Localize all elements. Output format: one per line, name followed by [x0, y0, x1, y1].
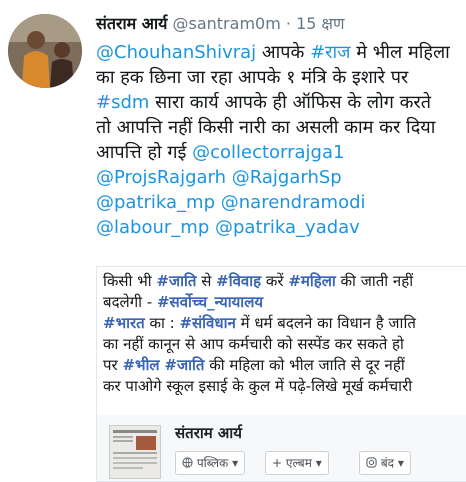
image-hashtag: #भील [122, 356, 160, 374]
tweet-text: सारा कार्य आपके ही ऑफिस के लोग करते [149, 92, 432, 113]
tweet-body: @ChouhanShivraj आपके #राज मे भील महिला क… [96, 40, 466, 240]
chevron-down-icon: ▾ [315, 456, 322, 470]
image-text-line: की जाती नहीं [335, 272, 414, 290]
image-text-line: कर पाओगे स्कूल इसाई के कुल में पढ़े-लिखे… [103, 377, 413, 395]
mention-link[interactable]: @collectorrajga1 [192, 142, 344, 163]
image-text-line: का : [144, 314, 180, 332]
attached-image[interactable]: किसी भी #जाति से #विवाह करें #महिला की ज… [96, 266, 466, 482]
author-name[interactable]: संतराम आर्य [96, 14, 167, 33]
chevron-down-icon: ▾ [232, 456, 239, 470]
separator: · [285, 14, 291, 33]
image-hashtag: #भारत [103, 314, 145, 332]
tweet-text: तो आपत्ति नहीं किसी नारी का असली काम कर … [96, 117, 436, 138]
image-hashtag: #जाति [164, 356, 205, 374]
facebook-composer-strip: संतराम आर्य पब्लिक ▾ + एल्बम ▾ बंद ▾ [97, 415, 466, 481]
image-text-line: किसी भी [103, 272, 157, 290]
mention-link[interactable]: @narendramodi [221, 192, 366, 213]
mention-link[interactable]: @ProjsRajgarh [96, 167, 226, 188]
image-text-line: में धर्म बदलने का विधान है जाति [235, 314, 416, 332]
image-text-line: से [196, 272, 217, 290]
image-text-line: पर [103, 356, 123, 374]
mention-link[interactable]: @labour_mp [96, 217, 209, 238]
avatar[interactable] [8, 14, 82, 88]
mention-link[interactable]: @ChouhanShivraj [96, 42, 256, 63]
album-label: + एल्बम [272, 456, 312, 470]
image-hashtag: #जाति [156, 272, 197, 290]
mention-link[interactable]: @RajgarhSp [232, 167, 342, 188]
tweet-header: संतराम आर्य @santram0m · 15 क्षण [96, 12, 345, 34]
image-text: किसी भी #जाति से #विवाह करें #महिला की ज… [103, 271, 416, 397]
tweet-text: आपत्ति हो गई [96, 142, 193, 163]
instagram-icon [366, 457, 377, 468]
avatar-photo [8, 14, 82, 88]
globe-icon [182, 457, 193, 468]
tweet-text: आपके [256, 42, 311, 63]
image-text-line: करें [261, 272, 289, 290]
tweet-text: मे भील महिला [350, 42, 450, 63]
chevron-down-icon: ▾ [397, 456, 404, 470]
composer-name: संतराम आर्य [175, 424, 242, 442]
hashtag-link[interactable]: #sdm [96, 92, 149, 113]
image-text-line: की महिला को भील जाति से दूर नहीं [204, 356, 405, 374]
mention-link[interactable]: @patrika_mp [96, 192, 215, 213]
instagram-toggle[interactable]: बंद ▾ [359, 451, 411, 475]
image-text-line: का नहीं कानून से आप कर्मचारी को सस्पेंड … [103, 335, 404, 353]
album-button[interactable]: + एल्बम ▾ [265, 451, 329, 475]
image-hashtag: #महिला [288, 272, 336, 290]
hashtag-link[interactable]: #राज [310, 42, 350, 63]
image-hashtag: #सर्वोच्च_न्यायालय [156, 293, 264, 311]
instagram-label: बंद [380, 456, 395, 470]
image-hashtag: #विवाह [216, 272, 262, 290]
thumbnail-image [109, 425, 161, 479]
image-text-line: बदलेगी - [103, 293, 157, 311]
author-handle[interactable]: @santram0m [173, 14, 281, 33]
privacy-label: पब्लिक [196, 456, 229, 470]
newspaper-thumbnail [113, 430, 157, 469]
mention-link[interactable]: @patrika_yadav [215, 217, 360, 238]
timestamp[interactable]: 15 क्षण [296, 14, 345, 33]
privacy-button[interactable]: पब्लिक ▾ [175, 451, 246, 475]
tweet-text: का हक छिना जा रहा आपके १ मंत्रि के इशारे… [96, 67, 409, 88]
image-hashtag: #संविधान [179, 314, 236, 332]
